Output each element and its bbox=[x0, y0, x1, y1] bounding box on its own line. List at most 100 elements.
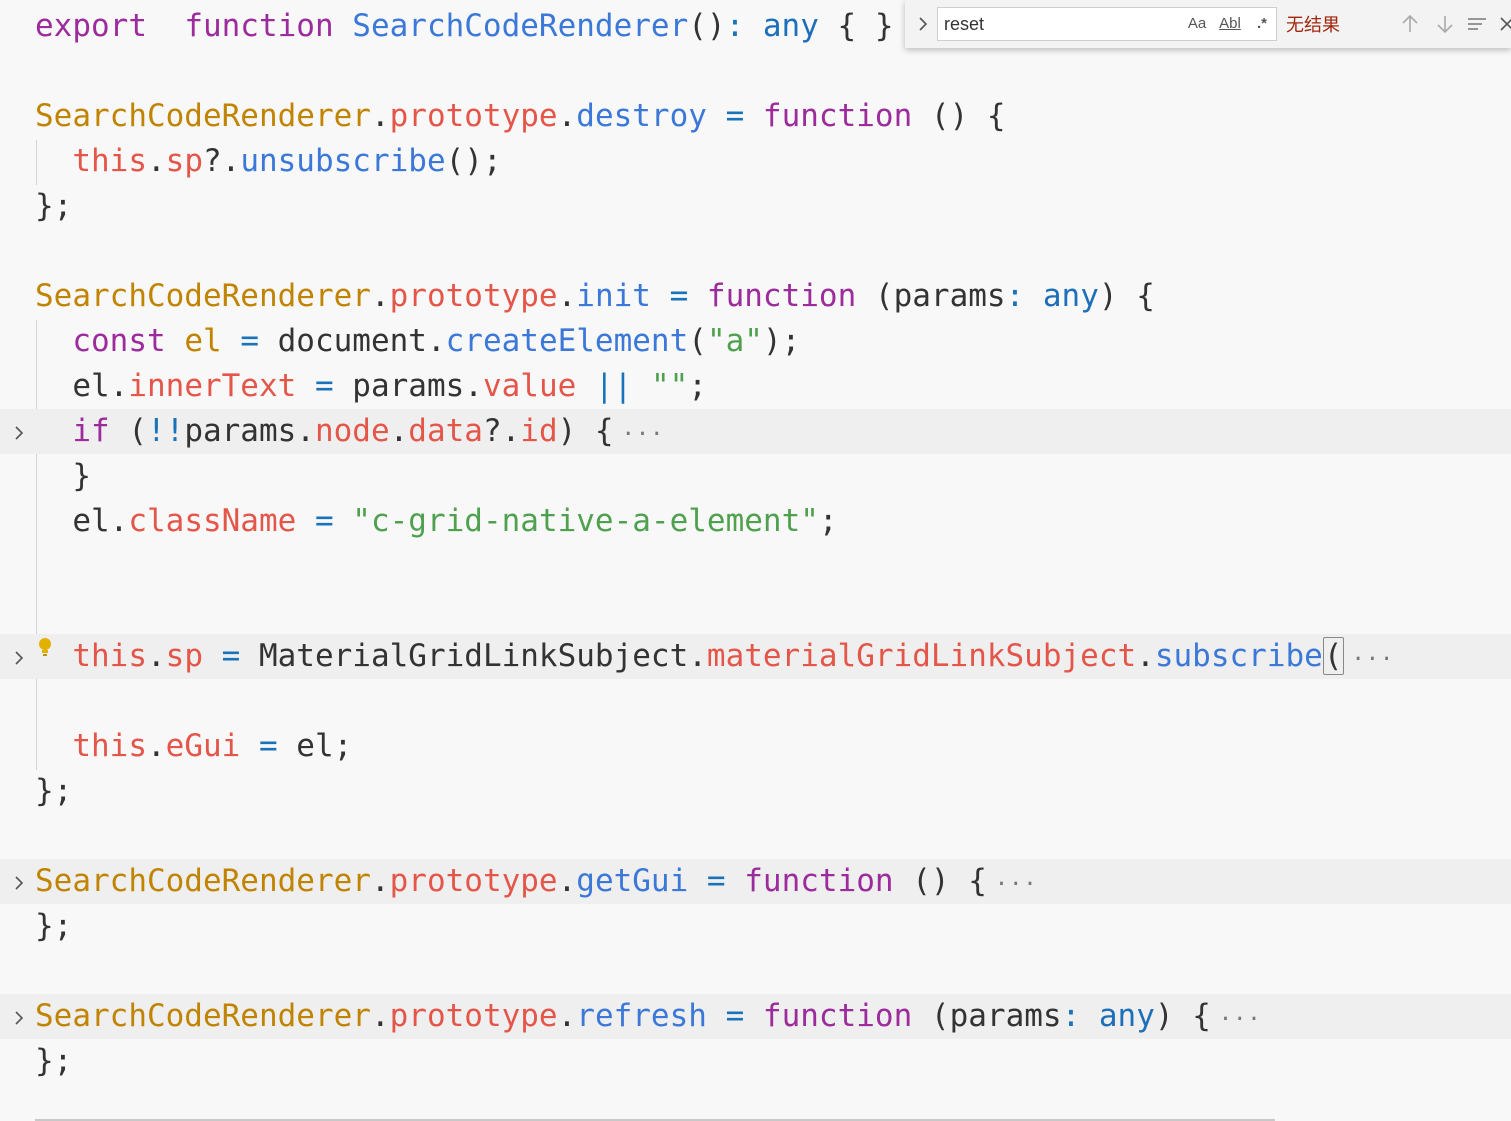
code-token: SearchCodeRenderer bbox=[333, 8, 689, 44]
code-line[interactable]: SearchCodeRenderer.prototype.destroy = f… bbox=[0, 94, 1511, 139]
find-in-selection-icon[interactable] bbox=[1465, 12, 1489, 36]
fold-chevron-icon[interactable] bbox=[10, 994, 28, 1039]
folded-region-ellipsis[interactable]: ··· bbox=[1219, 1007, 1262, 1032]
code-token: this bbox=[35, 728, 147, 764]
code-token: SearchCodeRenderer bbox=[35, 98, 371, 134]
folded-region-ellipsis[interactable]: ··· bbox=[1352, 647, 1395, 672]
next-match-arrow-down-icon[interactable] bbox=[1433, 12, 1457, 36]
code-token: sp bbox=[165, 638, 203, 674]
code-line[interactable]: const el = document.createElement("a"); bbox=[0, 319, 1511, 364]
code-line[interactable]: }; bbox=[0, 904, 1511, 949]
code-token: . bbox=[370, 863, 390, 899]
code-token: el bbox=[165, 323, 222, 359]
code-token: this bbox=[35, 143, 147, 179]
code-line[interactable]: } bbox=[0, 454, 1511, 499]
fold-chevron-icon[interactable] bbox=[10, 409, 28, 454]
code-token: any bbox=[1080, 998, 1155, 1034]
code-token: getGui bbox=[576, 863, 689, 899]
code-token: }; bbox=[35, 773, 73, 809]
code-line[interactable]: el.className = "c-grid-native-a-element"… bbox=[0, 499, 1511, 544]
folded-region-ellipsis[interactable]: ··· bbox=[622, 422, 665, 447]
code-token: el; bbox=[277, 728, 353, 764]
code-token: : bbox=[1005, 278, 1025, 314]
code-token: = bbox=[650, 278, 689, 314]
code-token: = bbox=[706, 998, 745, 1034]
code-token: . bbox=[1136, 638, 1155, 674]
code-line[interactable]: }; bbox=[0, 1039, 1511, 1084]
code-token: = bbox=[296, 503, 334, 539]
code-token: createElement bbox=[445, 323, 689, 359]
code-token: . bbox=[557, 863, 577, 899]
folded-region-ellipsis[interactable]: ··· bbox=[995, 872, 1038, 897]
code-token: . bbox=[146, 728, 166, 764]
code-token: SearchCodeRenderer bbox=[35, 998, 371, 1034]
code-token: any bbox=[744, 8, 819, 44]
code-token: . bbox=[146, 143, 166, 179]
toggle-replace-chevron-icon[interactable] bbox=[913, 12, 933, 36]
code-token: () { bbox=[912, 98, 1006, 134]
code-token: function bbox=[744, 998, 913, 1034]
code-token: destroy bbox=[576, 98, 707, 134]
code-token: "c-grid-native-a-element" bbox=[333, 503, 819, 539]
code-line[interactable]: el.innerText = params.value || ""; bbox=[0, 364, 1511, 409]
code-token: any bbox=[1024, 278, 1099, 314]
find-input[interactable] bbox=[944, 12, 1174, 36]
close-icon[interactable] bbox=[1499, 12, 1511, 36]
code-token: ?. bbox=[202, 143, 241, 179]
code-token: subscribe bbox=[1154, 638, 1323, 674]
code-token: }; bbox=[35, 188, 73, 224]
fold-chevron-icon[interactable] bbox=[10, 859, 28, 904]
fold-chevron-icon[interactable] bbox=[10, 634, 28, 679]
previous-match-arrow-up-icon[interactable] bbox=[1398, 12, 1422, 36]
code-token: function bbox=[744, 98, 913, 134]
match-case-toggle[interactable]: Aa bbox=[1184, 12, 1210, 36]
code-line[interactable]: this.sp?.unsubscribe(); bbox=[0, 139, 1511, 184]
code-line[interactable]: this.eGui = el; bbox=[0, 724, 1511, 769]
code-token: el. bbox=[35, 503, 129, 539]
code-token: . bbox=[557, 98, 577, 134]
lightbulb-icon[interactable] bbox=[38, 637, 52, 657]
code-token: innerText bbox=[128, 368, 297, 404]
code-token: . bbox=[557, 278, 577, 314]
code-editor[interactable]: export function SearchCodeRenderer(): an… bbox=[0, 0, 1511, 1121]
match-whole-word-toggle[interactable]: Abl bbox=[1216, 12, 1244, 36]
code-token: params. bbox=[184, 413, 315, 449]
code-token: . bbox=[389, 413, 409, 449]
code-token: (params bbox=[912, 998, 1062, 1034]
code-token: ) { bbox=[1154, 998, 1211, 1034]
code-token: = bbox=[221, 323, 259, 359]
code-token: materialGridLinkSubject bbox=[706, 638, 1137, 674]
code-token: ; bbox=[688, 368, 707, 404]
code-token: "" bbox=[632, 368, 689, 404]
code-line-folded[interactable]: SearchCodeRenderer.prototype.getGui = fu… bbox=[0, 859, 1511, 904]
code-token: export bbox=[35, 8, 147, 44]
code-token: function bbox=[725, 863, 894, 899]
code-line-folded[interactable]: if (!!params.node.data?.id) {··· bbox=[0, 409, 1511, 454]
code-token: unsubscribe bbox=[240, 143, 446, 179]
code-token: ( bbox=[109, 413, 147, 449]
code-token: sp bbox=[165, 143, 203, 179]
code-line-folded[interactable]: this.sp = MaterialGridLinkSubject.materi… bbox=[0, 634, 1511, 679]
code-token: !! bbox=[146, 413, 185, 449]
code-line[interactable]: }; bbox=[0, 769, 1511, 814]
code-token: el. bbox=[35, 368, 129, 404]
code-token: data bbox=[408, 413, 483, 449]
code-token: ) { bbox=[1098, 278, 1155, 314]
code-token: params. bbox=[333, 368, 483, 404]
code-token: init bbox=[576, 278, 651, 314]
code-token: = bbox=[296, 368, 334, 404]
code-line[interactable]: SearchCodeRenderer.prototype.init = func… bbox=[0, 274, 1511, 319]
code-token: const bbox=[35, 323, 166, 359]
code-line[interactable]: }; bbox=[0, 184, 1511, 229]
code-token: ) { bbox=[557, 413, 614, 449]
code-token: if bbox=[35, 413, 110, 449]
code-token: SearchCodeRenderer bbox=[35, 863, 371, 899]
use-regex-toggle[interactable]: .* bbox=[1250, 12, 1274, 36]
code-token: SearchCodeRenderer bbox=[35, 278, 371, 314]
code-token: = bbox=[202, 638, 241, 674]
code-line-folded[interactable]: SearchCodeRenderer.prototype.refresh = f… bbox=[0, 994, 1511, 1039]
code-token: = bbox=[688, 863, 726, 899]
code-token: : bbox=[1061, 998, 1081, 1034]
code-token: . bbox=[370, 998, 390, 1034]
